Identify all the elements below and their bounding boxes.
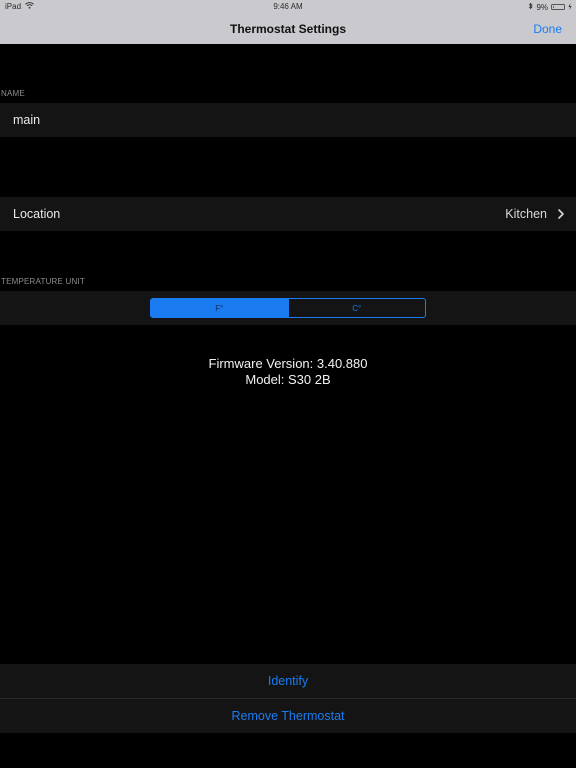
status-time: 9:46 AM	[273, 2, 303, 11]
identify-button[interactable]: Identify	[0, 664, 576, 698]
name-value: main	[13, 113, 41, 127]
unit-option-fahrenheit[interactable]: F°	[151, 299, 288, 317]
remove-thermostat-button[interactable]: Remove Thermostat	[0, 699, 576, 733]
temperature-unit-header: TEMPERATURE UNIT	[1, 277, 85, 286]
done-button[interactable]: Done	[533, 22, 562, 36]
top-bar: iPad 9:46 AM 9% Thermostat Settings Done	[0, 0, 576, 44]
location-value: Kitchen	[505, 207, 547, 221]
location-label: Location	[13, 207, 61, 221]
remove-thermostat-label: Remove Thermostat	[231, 709, 345, 723]
name-section-header: NAME	[1, 89, 25, 98]
firmware-version: Firmware Version: 3.40.880	[208, 356, 368, 371]
name-field[interactable]: main	[0, 103, 576, 137]
navigation-bar: Thermostat Settings Done	[0, 14, 576, 44]
temperature-unit-control: F° C°	[150, 298, 426, 318]
location-cell[interactable]: Location Kitchen	[0, 197, 576, 231]
page-title: Thermostat Settings	[229, 22, 346, 36]
model-number: Model: S30 2B	[245, 372, 331, 387]
status-bar: iPad 9:46 AM 9%	[0, 0, 576, 14]
charging-bolt-icon	[568, 2, 572, 12]
bluetooth-icon	[528, 2, 534, 12]
battery-percent: 9%	[536, 2, 548, 12]
unit-option-celsius[interactable]: C°	[287, 299, 426, 317]
thermostat-settings-screen: iPad 9:46 AM 9% Thermostat Settings Done…	[0, 0, 576, 768]
status-right: 9%	[528, 2, 572, 12]
device-info: Firmware Version: 3.40.880 Model: S30 2B	[0, 356, 576, 388]
battery-icon	[551, 4, 565, 10]
identify-label: Identify	[267, 674, 309, 688]
chevron-right-icon	[556, 208, 566, 220]
